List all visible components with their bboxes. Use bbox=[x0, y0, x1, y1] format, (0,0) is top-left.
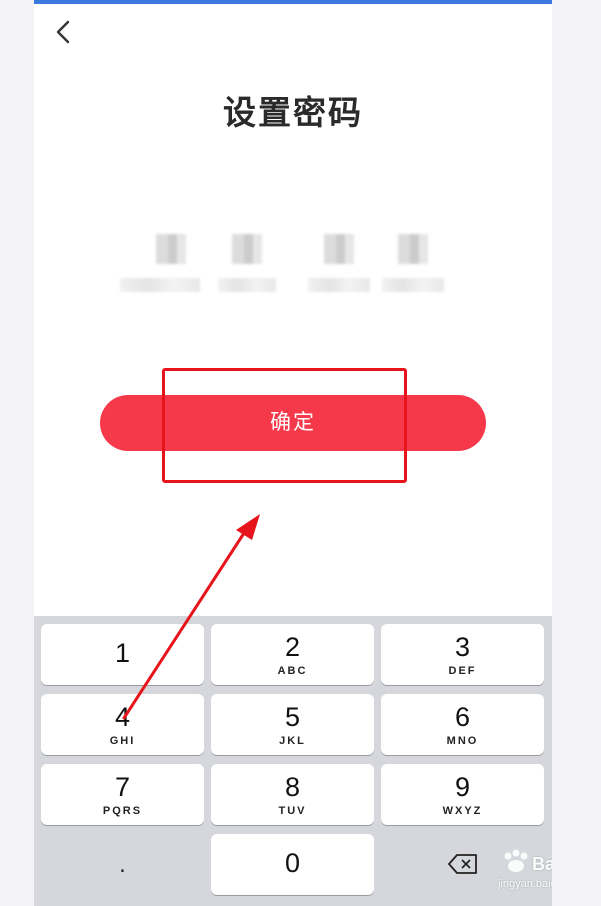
key-letters: PQRS bbox=[102, 805, 143, 817]
watermark-brand: Bai经验 bbox=[532, 854, 552, 874]
key-6[interactable]: 6 MNO bbox=[381, 694, 544, 755]
key-number: 5 bbox=[284, 702, 301, 732]
chevron-left-icon[interactable] bbox=[50, 18, 78, 46]
key-1[interactable]: 1 bbox=[41, 624, 204, 685]
key-2[interactable]: 2 ABC bbox=[211, 624, 374, 685]
key-number: 9 bbox=[454, 772, 471, 802]
key-0[interactable]: 0 bbox=[211, 834, 374, 895]
key-number: 2 bbox=[284, 632, 301, 662]
key-letters: DEF bbox=[448, 665, 477, 677]
password-digit-slot bbox=[120, 230, 200, 296]
key-number: 8 bbox=[284, 772, 301, 802]
key-letters: TUV bbox=[278, 805, 307, 817]
watermark-url: jingyan.baidu.com bbox=[498, 878, 552, 890]
key-letters: MNO bbox=[446, 735, 479, 747]
page-title: 设置密码 bbox=[223, 94, 363, 131]
numeric-keypad: 1 2 ABC 3 DEF 4 GHI 5 JKL 6 MNO 7 PQRS 8… bbox=[34, 616, 552, 906]
key-7[interactable]: 7 PQRS bbox=[41, 764, 204, 825]
key-number: 0 bbox=[284, 848, 301, 878]
key-8[interactable]: 8 TUV bbox=[211, 764, 374, 825]
key-letters: ABC bbox=[277, 665, 308, 677]
key-number: 3 bbox=[454, 632, 471, 662]
key-letters: GHI bbox=[109, 735, 136, 747]
key-number: 4 bbox=[114, 702, 131, 732]
key-dot[interactable]: . bbox=[41, 834, 204, 895]
annotation-highlight-box bbox=[162, 368, 407, 483]
key-number: 6 bbox=[454, 702, 471, 732]
key-number: 7 bbox=[114, 772, 131, 802]
key-letters: WXYZ bbox=[442, 805, 483, 817]
key-3[interactable]: 3 DEF bbox=[381, 624, 544, 685]
watermark: Bai经验 jingyan.baidu.com bbox=[498, 846, 552, 896]
top-status-bar bbox=[34, 0, 552, 4]
password-digit-slot bbox=[308, 230, 388, 296]
password-input[interactable] bbox=[34, 230, 552, 300]
paw-logo-icon bbox=[504, 849, 528, 872]
backspace-icon bbox=[447, 854, 477, 874]
key-number: 1 bbox=[114, 638, 131, 668]
key-4[interactable]: 4 GHI bbox=[41, 694, 204, 755]
password-digit-slot bbox=[382, 230, 462, 296]
password-digit-slot bbox=[218, 230, 298, 296]
key-letters: JKL bbox=[279, 735, 306, 747]
key-9[interactable]: 9 WXYZ bbox=[381, 764, 544, 825]
key-5[interactable]: 5 JKL bbox=[211, 694, 374, 755]
phone-screen: 设置密码 确定 1 2 ABC 3 DEF 4 GHI 5 JKL 6 MNO … bbox=[34, 0, 552, 906]
